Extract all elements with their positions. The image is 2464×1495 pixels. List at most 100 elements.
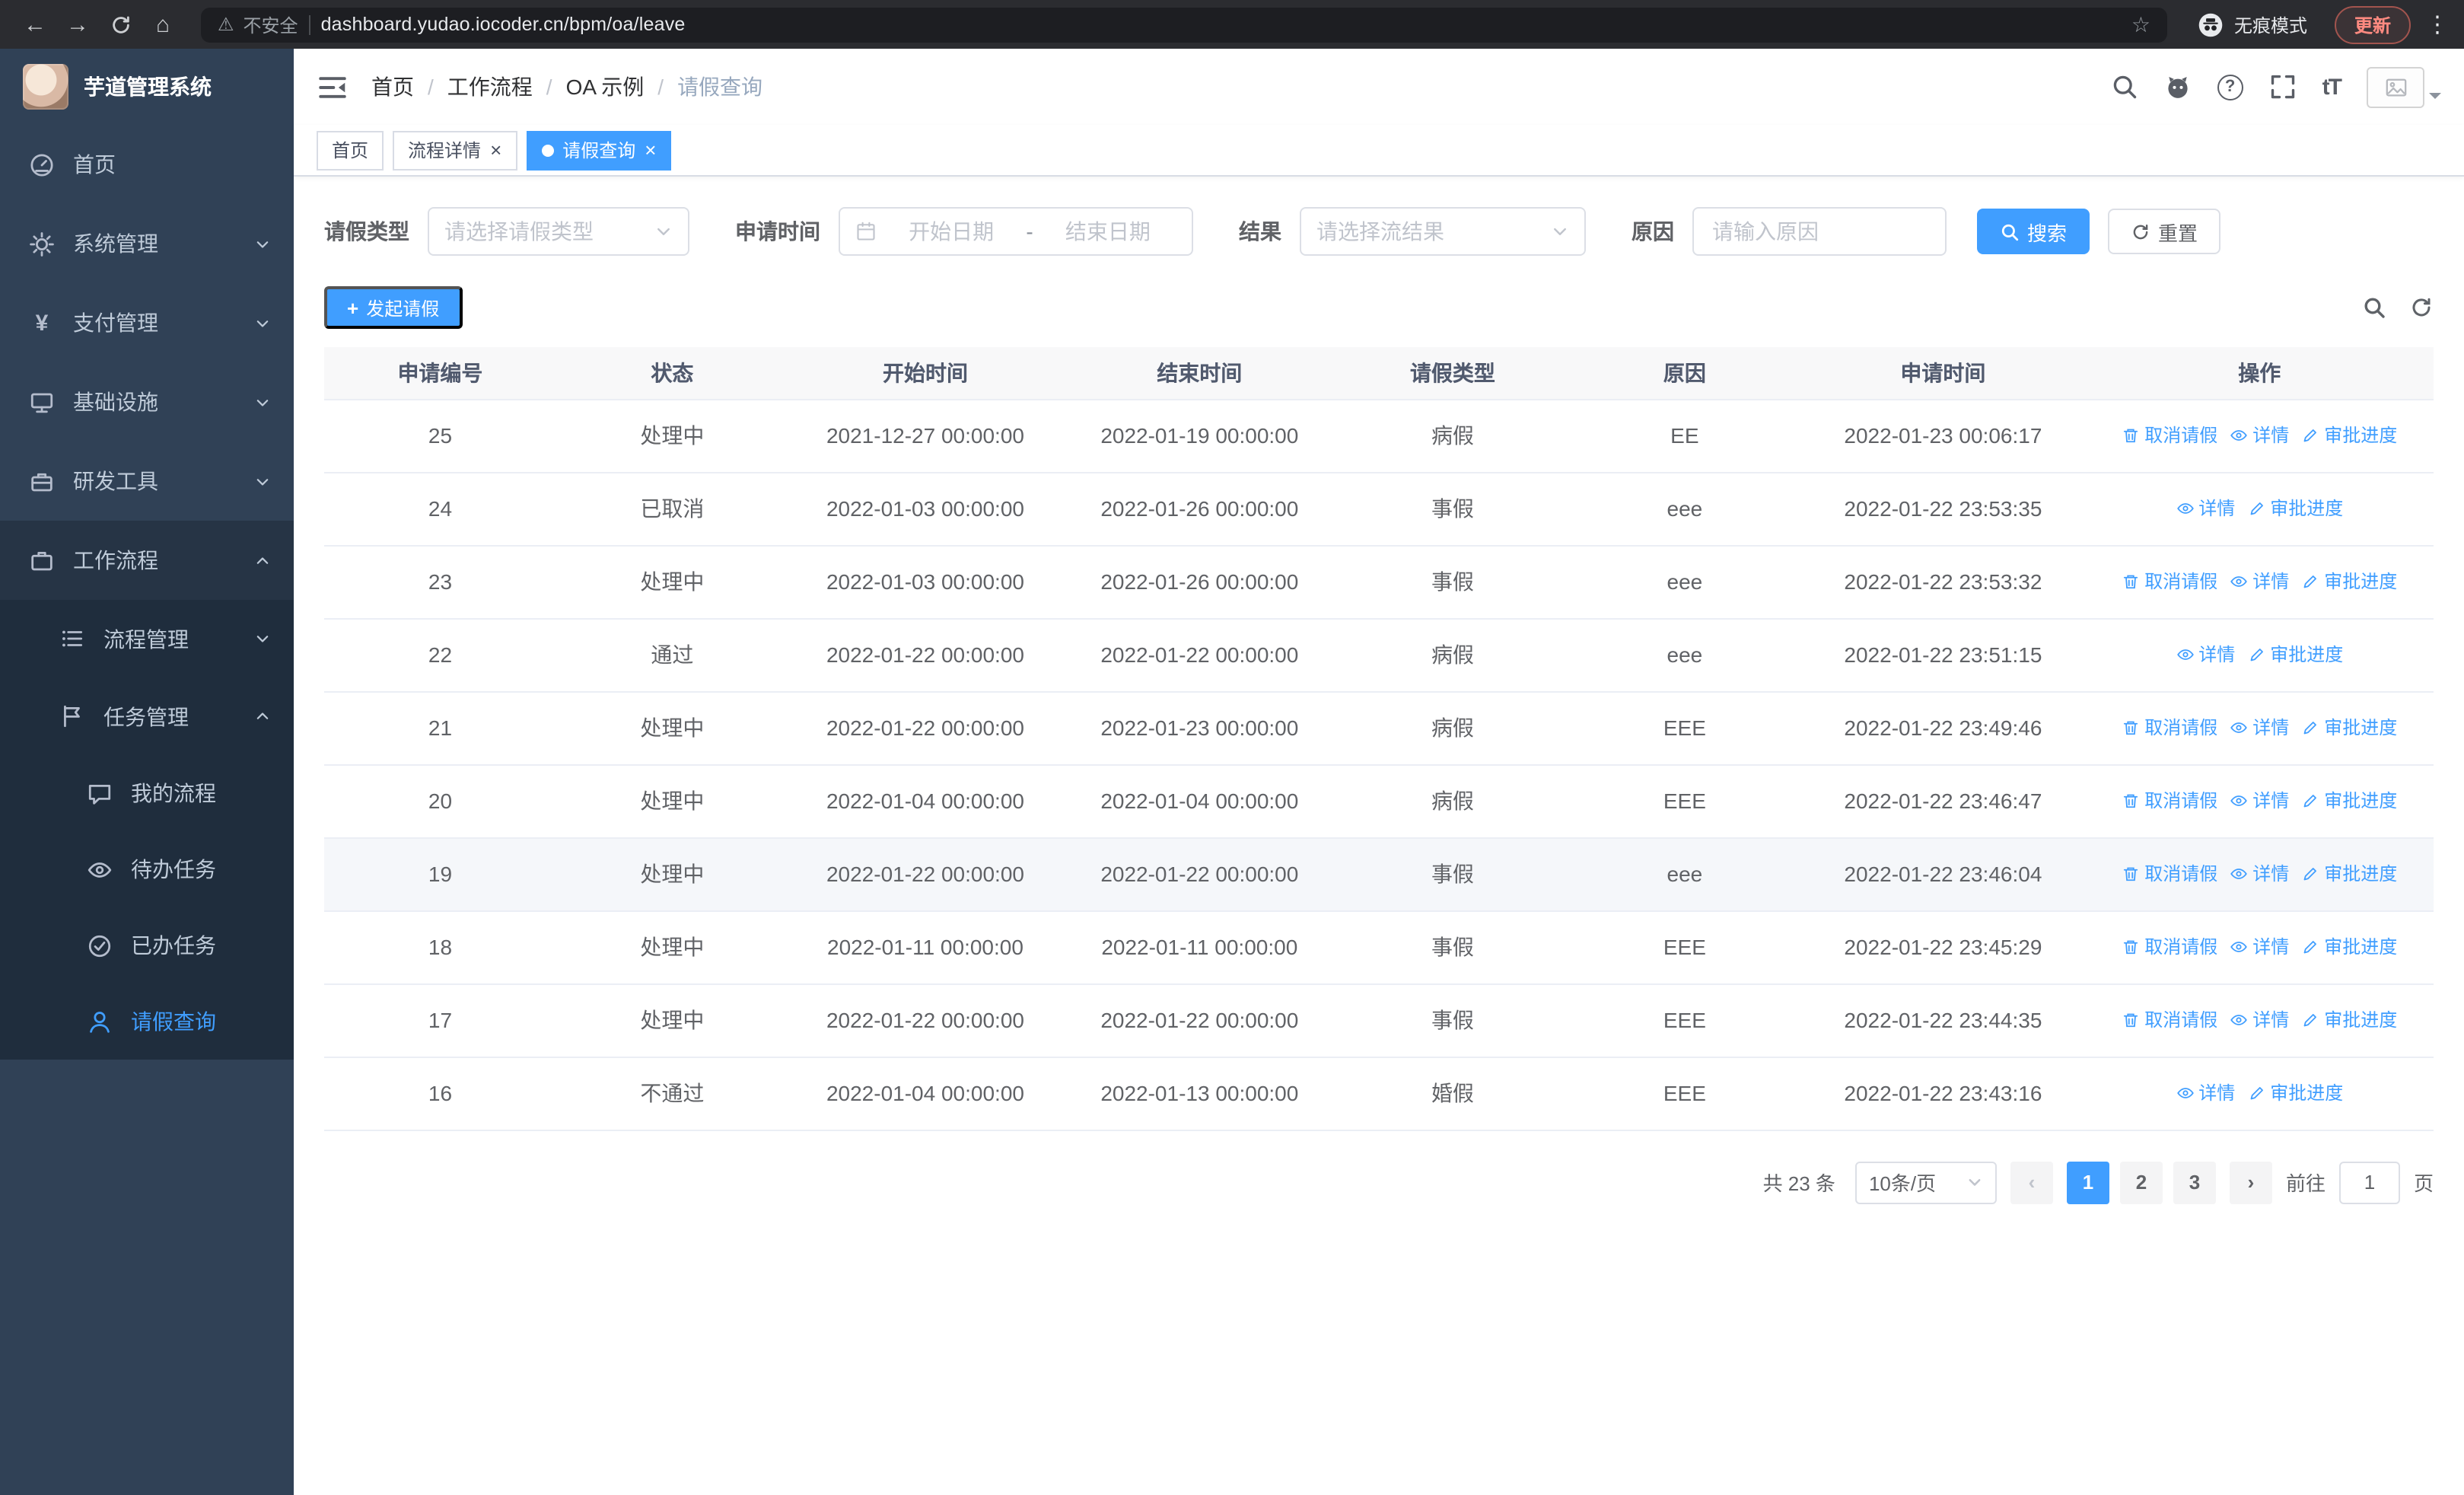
home-icon[interactable]: ⌂ <box>143 5 183 44</box>
create-leave-button[interactable]: + 发起请假 <box>324 286 463 329</box>
approval-progress-link[interactable]: 审批进度 <box>2301 934 2397 960</box>
page-button-1[interactable]: 1 <box>2066 1161 2109 1203</box>
date-range-picker[interactable]: 开始日期 - 结束日期 <box>839 207 1193 256</box>
leave-type-select[interactable]: 请选择请假类型 <box>428 207 689 256</box>
approval-progress-link[interactable]: 审批进度 <box>2247 642 2343 668</box>
sidebar-item-infrastructure[interactable]: 基础设施 <box>0 362 294 441</box>
close-icon[interactable]: × <box>645 140 656 160</box>
security-status[interactable]: ⚠ 不安全 <box>218 11 298 37</box>
approval-progress-link[interactable]: 审批进度 <box>2301 788 2397 814</box>
sidebar-item-task-management[interactable]: 任务管理 <box>0 677 294 755</box>
detail-link[interactable]: 详情 <box>2230 422 2289 448</box>
filter-reason: 原因 <box>1632 207 1947 256</box>
eye-icon <box>2230 868 2248 879</box>
breadcrumb-item-workflow[interactable]: 工作流程 <box>447 72 533 102</box>
approval-progress-link[interactable]: 审批进度 <box>2301 861 2397 887</box>
approval-progress-link[interactable]: 审批进度 <box>2301 1007 2397 1033</box>
cell-start-time: 2022-01-22 00:00:00 <box>788 837 1063 911</box>
breadcrumb-item-home[interactable]: 首页 <box>371 72 414 102</box>
column-leave-type: 请假类型 <box>1336 347 1569 400</box>
gear-icon <box>29 231 55 257</box>
sidebar-item-leave-query[interactable]: 请假查询 <box>0 983 294 1060</box>
approval-progress-link[interactable]: 审批进度 <box>2247 1080 2343 1106</box>
filter-bar: 请假类型 请选择请假类型 申请时间 开始日期 - 结束日期 结果 请选择流结果 … <box>324 207 2434 256</box>
browser-menu-icon[interactable]: ⋮ <box>2426 11 2449 38</box>
refresh-icon[interactable] <box>2409 295 2434 320</box>
page-button-3[interactable]: 3 <box>2173 1161 2216 1203</box>
page-size-select[interactable]: 10条/页 <box>1854 1161 1997 1203</box>
bookmark-star-icon[interactable]: ☆ <box>2131 11 2150 37</box>
detail-link[interactable]: 详情 <box>2176 496 2235 521</box>
cell-reason: EE <box>1568 399 1801 473</box>
detail-link[interactable]: 详情 <box>2230 569 2289 594</box>
next-page-button[interactable]: › <box>2229 1161 2272 1203</box>
approval-progress-link[interactable]: 审批进度 <box>2301 422 2397 448</box>
cell-apply-id: 25 <box>324 399 556 473</box>
search-button[interactable]: 搜索 <box>1977 209 2090 254</box>
browser-update-button[interactable]: 更新 <box>2334 5 2411 43</box>
tab-leave-query[interactable]: 请假查询 × <box>526 130 672 170</box>
detail-link[interactable]: 详情 <box>2230 934 2289 960</box>
tab-process-detail[interactable]: 流程详情 × <box>393 130 517 170</box>
detail-link[interactable]: 详情 <box>2230 861 2289 887</box>
cell-leave-type: 事假 <box>1336 545 1569 619</box>
reload-icon[interactable] <box>100 5 140 44</box>
close-icon[interactable]: × <box>490 140 501 160</box>
sidebar-item-done-tasks[interactable]: 已办任务 <box>0 907 294 983</box>
sidebar-item-system[interactable]: 系统管理 <box>0 204 294 283</box>
end-date-placeholder: 结束日期 <box>1065 219 1151 244</box>
user-avatar[interactable] <box>2367 66 2441 107</box>
approval-progress-link[interactable]: 审批进度 <box>2301 569 2397 594</box>
sidebar-item-devtools[interactable]: 研发工具 <box>0 441 294 521</box>
eye-icon <box>87 856 113 882</box>
breadcrumb-item-oa-example[interactable]: OA 示例 <box>566 72 645 102</box>
sidebar-collapse-icon[interactable] <box>317 71 349 103</box>
cell-end-time: 2022-01-22 00:00:00 <box>1062 618 1337 692</box>
chevron-down-icon <box>657 228 670 235</box>
forward-icon[interactable]: → <box>58 5 97 44</box>
chevron-up-icon <box>254 552 271 569</box>
fullscreen-icon[interactable] <box>2269 73 2297 100</box>
reset-button[interactable]: 重置 <box>2108 209 2221 254</box>
detail-link[interactable]: 详情 <box>2230 788 2289 814</box>
sidebar-item-home[interactable]: 首页 <box>0 125 294 204</box>
chevron-down-icon <box>254 394 271 410</box>
sidebar-item-workflow[interactable]: 工作流程 <box>0 521 294 600</box>
search-icon[interactable] <box>2111 73 2138 100</box>
cancel-leave-link[interactable]: 取消请假 <box>2122 861 2217 887</box>
detail-link[interactable]: 详情 <box>2176 642 2235 668</box>
detail-link[interactable]: 详情 <box>2230 1007 2289 1033</box>
detail-link[interactable]: 详情 <box>2230 715 2289 741</box>
page-button-2[interactable]: 2 <box>2119 1161 2163 1203</box>
eye-icon <box>2230 941 2248 952</box>
toggle-search-icon[interactable] <box>2362 295 2386 320</box>
detail-link[interactable]: 详情 <box>2176 1080 2235 1106</box>
address-bar[interactable]: ⚠ 不安全 dashboard.yudao.iocoder.cn/bpm/oa/… <box>201 7 2167 42</box>
font-size-icon[interactable]: tT <box>2322 74 2342 100</box>
sidebar-item-todo-tasks[interactable]: 待办任务 <box>0 831 294 907</box>
approval-progress-link[interactable]: 审批进度 <box>2301 715 2397 741</box>
prev-page-button[interactable]: ‹ <box>2010 1161 2053 1203</box>
help-icon[interactable]: ? <box>2217 74 2243 100</box>
cell-apply-time: 2022-01-22 23:53:32 <box>1800 545 2086 619</box>
github-icon[interactable] <box>2164 73 2192 100</box>
result-select[interactable]: 请选择流结果 <box>1300 207 1586 256</box>
cancel-leave-link[interactable]: 取消请假 <box>2122 934 2217 960</box>
approval-progress-link[interactable]: 审批进度 <box>2247 496 2343 521</box>
list-icon <box>59 626 85 652</box>
cancel-leave-link[interactable]: 取消请假 <box>2122 1007 2217 1033</box>
back-icon[interactable]: ← <box>15 5 55 44</box>
cancel-leave-link[interactable]: 取消请假 <box>2122 715 2217 741</box>
sidebar: 芋道管理系统 首页 系统管理 ¥ 支付管理 基础设施 研发工具 工作流程 流程管… <box>0 49 294 1495</box>
cancel-leave-link[interactable]: 取消请假 <box>2122 569 2217 594</box>
goto-page-input[interactable] <box>2338 1161 2400 1203</box>
tab-home[interactable]: 首页 <box>317 130 384 170</box>
sidebar-item-process-management[interactable]: 流程管理 <box>0 600 294 677</box>
cell-status: 处理中 <box>556 399 788 473</box>
sidebar-item-payment[interactable]: ¥ 支付管理 <box>0 283 294 362</box>
sidebar-item-my-process[interactable]: 我的流程 <box>0 755 294 831</box>
cancel-leave-link[interactable]: 取消请假 <box>2122 422 2217 448</box>
reason-input[interactable] <box>1692 207 1947 256</box>
sidebar-item-label: 待办任务 <box>131 857 216 881</box>
cancel-leave-link[interactable]: 取消请假 <box>2122 788 2217 814</box>
